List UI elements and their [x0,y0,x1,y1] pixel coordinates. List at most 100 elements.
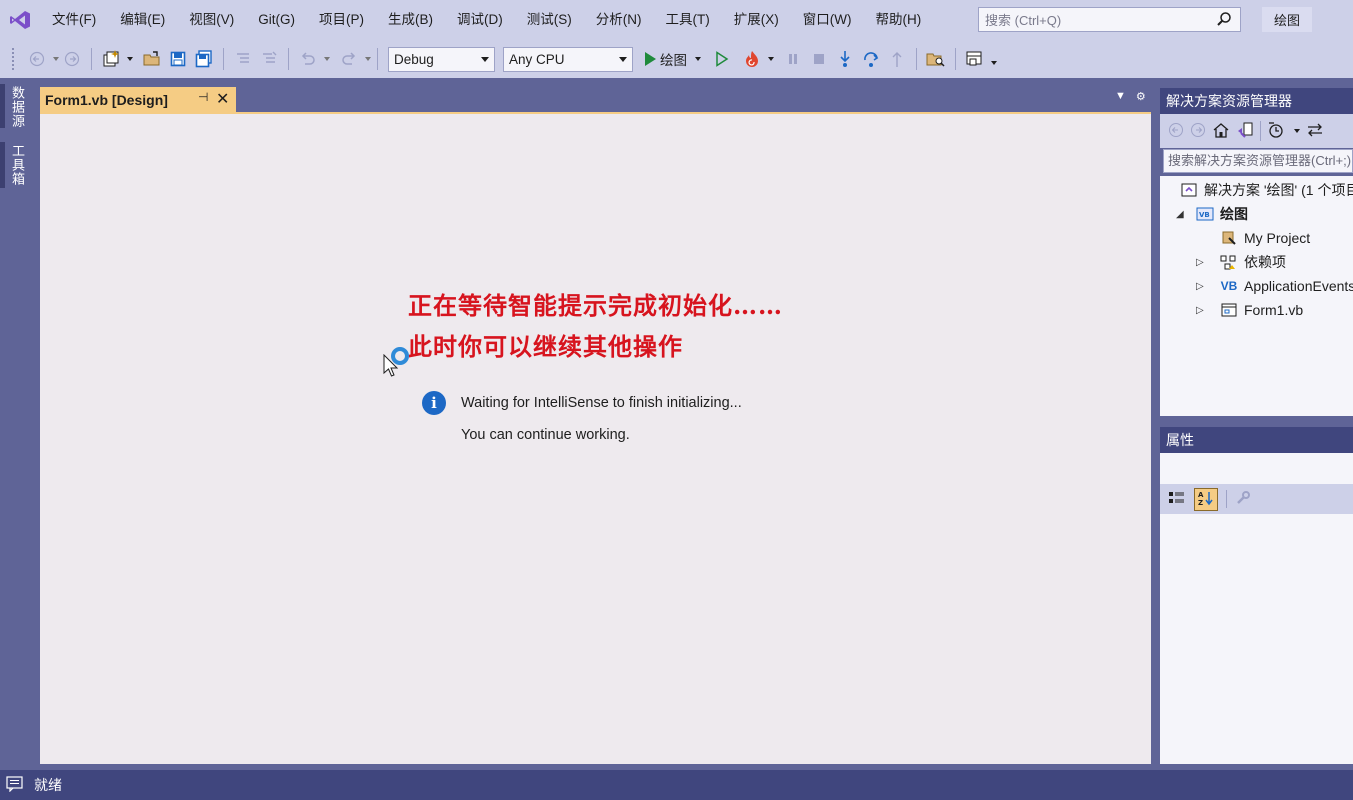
visual-studio-logo-icon[interactable] [0,0,40,40]
find-in-files-icon[interactable] [925,46,947,72]
uncomment-icon[interactable] [258,46,280,72]
new-project-dropdown-icon[interactable] [127,57,133,61]
stop-icon[interactable] [808,46,830,72]
undo-dropdown-icon[interactable] [324,57,330,61]
global-search-input[interactable]: 搜索 (Ctrl+Q) [978,7,1241,32]
vb-file-icon: VB [1220,279,1238,293]
save-icon[interactable] [167,46,189,72]
tree-item-dependencies[interactable]: ▷ 依赖项 [1196,251,1286,273]
start-debugging-label: 绘图 [660,53,687,68]
sync-with-document-icon[interactable] [1306,123,1324,140]
start-dropdown-icon[interactable] [695,57,701,61]
pause-icon[interactable] [782,46,804,72]
solution-explorer-search-input[interactable]: 搜索解决方案资源管理器(Ctrl+;) [1163,149,1353,173]
hot-reload-dropdown-icon[interactable] [768,57,774,61]
alphabetical-icon[interactable]: AZ [1194,487,1218,511]
expand-triangle-icon[interactable]: ▷ [1196,257,1208,268]
toolbar-grip[interactable] [12,48,16,70]
step-out-icon[interactable] [886,46,908,72]
global-search-placeholder: 搜索 (Ctrl+Q) [985,13,1062,28]
left-tool-window-strip: 数据源 工具箱 [0,78,38,770]
wrench-properties-icon [1220,230,1238,246]
navigate-back-icon[interactable] [26,46,48,72]
chevron-down-icon [619,56,627,62]
solution-configuration-select[interactable]: Debug [388,46,495,72]
switch-views-icon[interactable] [1236,121,1254,142]
menu-git[interactable]: Git(G) [246,0,307,40]
annotation-line-1: 正在等待智能提示完成初始化…… [408,291,783,320]
comment-out-icon[interactable] [232,46,254,72]
menu-debug[interactable]: 调试(D) [445,0,515,40]
categorized-icon[interactable] [1168,490,1186,509]
back-dropdown-icon[interactable] [53,57,59,61]
redo-icon[interactable] [338,46,360,72]
tab-list-dropdown-icon[interactable]: ▼ [1115,90,1126,103]
home-icon[interactable] [1212,122,1230,141]
solution-explorer-title[interactable]: 解决方案资源管理器 [1160,88,1353,114]
open-folder-icon[interactable] [141,46,163,72]
menu-test[interactable]: 测试(S) [515,0,584,40]
gear-icon[interactable]: ⚙ [1136,90,1146,103]
solution-name-button[interactable]: 绘图 [1262,7,1312,32]
menu-window[interactable]: 窗口(W) [791,0,864,40]
hot-reload-icon[interactable] [741,46,763,72]
step-over-icon[interactable] [860,46,882,72]
close-icon[interactable]: ✕ [216,89,229,109]
expand-triangle-icon[interactable]: ▷ [1196,281,1208,292]
platform-value: Any CPU [509,51,565,67]
menu-tools[interactable]: 工具(T) [654,0,722,40]
tree-item-form1[interactable]: ▷ Form1.vb [1196,299,1303,321]
undo-icon[interactable] [297,46,319,72]
solution-platform-select[interactable]: Any CPU [503,46,633,72]
new-project-icon[interactable] [100,46,122,72]
properties-title[interactable]: 属性 [1160,427,1353,453]
document-tab-tools: ▼ ⚙ [1115,90,1146,103]
save-all-icon[interactable] [193,46,215,72]
status-text: 就绪 [34,777,62,793]
tree-item-application-events[interactable]: ▷ VB ApplicationEvents.vb [1196,275,1353,297]
tree-item-label: ApplicationEvents.vb [1244,278,1353,294]
property-pages-wrench-icon[interactable] [1235,490,1251,509]
tab-data-sources[interactable]: 数据源 [8,86,27,128]
back-icon[interactable] [1168,122,1184,141]
pin-icon[interactable]: ⊣ [198,90,208,104]
redo-dropdown-icon[interactable] [365,57,371,61]
toolbar-options-dropdown-icon[interactable] [991,61,997,65]
tab-toolbox[interactable]: 工具箱 [8,144,27,186]
menu-extensions[interactable]: 扩展(X) [722,0,791,40]
solution-explorer-toolbar [1160,114,1353,148]
standard-toolbar: Debug Any CPU 绘图 [0,40,1353,78]
menu-edit[interactable]: 编辑(E) [108,0,177,40]
menu-view[interactable]: 视图(V) [177,0,246,40]
tree-item-solution[interactable]: 解决方案 '绘图' (1 个项目 [1180,179,1353,201]
annotation-line-2: 此时你可以继续其他操作 [408,332,683,361]
svg-text:A: A [1198,491,1204,499]
toolbar-separator [916,48,917,70]
window-layout-icon[interactable] [964,46,986,72]
configuration-value: Debug [394,51,434,67]
expand-triangle-icon[interactable]: ▷ [1196,305,1208,316]
menu-file[interactable]: 文件(F) [40,0,108,40]
pending-changes-filter-icon[interactable] [1267,121,1285,142]
menu-project[interactable]: 项目(P) [307,0,376,40]
step-into-icon[interactable] [834,46,856,72]
menu-build[interactable]: 生成(B) [376,0,445,40]
tree-item-project[interactable]: ◢ VB 绘图 [1176,203,1248,225]
forward-icon[interactable] [1190,122,1206,141]
collapse-triangle-icon[interactable]: ◢ [1176,209,1188,220]
form-file-icon [1220,302,1238,318]
filter-dropdown-icon[interactable] [1294,129,1300,133]
toolbar-separator [223,48,224,70]
tree-item-label: 依赖项 [1244,254,1286,270]
menu-analyze[interactable]: 分析(N) [584,0,654,40]
output-window-icon[interactable] [6,775,24,795]
svg-text:Z: Z [1198,499,1203,506]
start-debugging-button[interactable]: 绘图 [643,46,701,72]
menu-help[interactable]: 帮助(H) [863,0,933,40]
start-without-debugging-icon[interactable] [711,46,733,72]
navigate-forward-icon[interactable] [61,46,83,72]
dependencies-icon [1220,254,1238,270]
tab-form1-design[interactable]: Form1.vb [Design] ⊣ ✕ [40,87,236,112]
tree-item-my-project[interactable]: My Project [1220,227,1310,249]
busy-indicator-icon [391,347,409,365]
